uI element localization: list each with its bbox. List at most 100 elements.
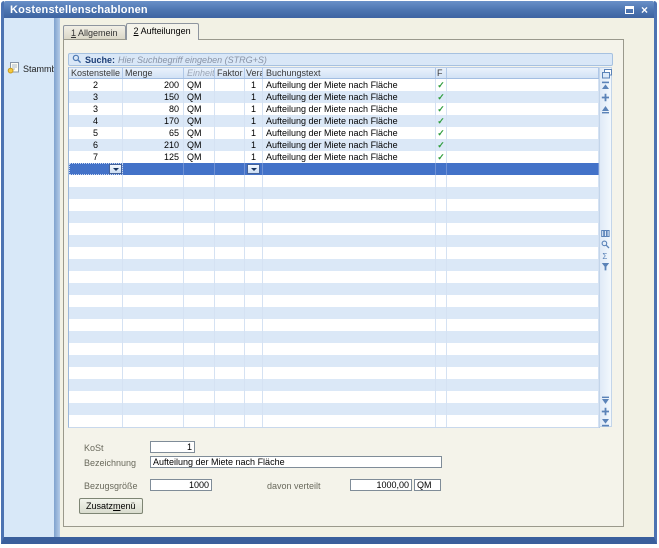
grid-cell[interactable] (447, 199, 599, 211)
grid-cell[interactable] (447, 187, 599, 199)
grid-cell[interactable] (184, 199, 215, 211)
grid-cell[interactable] (215, 127, 245, 139)
sidebar-item-stammblatt[interactable]: Stammblatt (4, 61, 54, 76)
grid-cell[interactable] (245, 223, 263, 235)
grid-cell[interactable] (263, 307, 436, 319)
grid-cell[interactable] (436, 283, 447, 295)
grid-cell[interactable] (69, 175, 123, 187)
tab-allgemein[interactable]: 1 Allgemein (63, 25, 126, 40)
grid-cell[interactable] (245, 415, 263, 427)
grid-selected-row[interactable] (69, 163, 599, 175)
grid-row[interactable]: 380QM1Aufteilung der Miete nach Fläche✓ (69, 103, 599, 115)
grid-cell[interactable] (245, 331, 263, 343)
grid-cell[interactable] (215, 319, 245, 331)
grid-cell[interactable] (123, 175, 184, 187)
grid-cell[interactable] (447, 355, 599, 367)
grid-cell[interactable] (215, 415, 245, 427)
grid-header-cell[interactable]: Vera (245, 68, 263, 78)
grid-cell[interactable] (215, 271, 245, 283)
grid-cell[interactable] (436, 223, 447, 235)
grid-cell[interactable] (123, 223, 184, 235)
grid-search-icon[interactable] (601, 240, 611, 250)
grid-cell[interactable] (123, 283, 184, 295)
grid-cell[interactable] (263, 391, 436, 403)
grid-cell[interactable] (215, 295, 245, 307)
grid-cell[interactable] (184, 403, 215, 415)
grid-cell[interactable] (436, 259, 447, 271)
grid-cell[interactable] (69, 355, 123, 367)
sum-icon[interactable]: Σ (601, 251, 611, 261)
grid-cell[interactable] (184, 295, 215, 307)
grid-cell[interactable] (123, 415, 184, 427)
grid-cell[interactable] (436, 247, 447, 259)
grid-cell[interactable]: Aufteilung der Miete nach Fläche (263, 151, 436, 163)
grid-cell[interactable] (447, 331, 599, 343)
grid-cell[interactable]: QM (184, 115, 215, 127)
grid-cell[interactable] (436, 379, 447, 391)
grid-cell[interactable] (436, 163, 447, 175)
grid-cell[interactable] (447, 247, 599, 259)
grid-cell[interactable] (123, 259, 184, 271)
grid-cell[interactable] (215, 139, 245, 151)
grid-cell[interactable]: 200 (123, 79, 184, 91)
grid-cell[interactable] (123, 379, 184, 391)
grid-header-cell[interactable]: Buchungstext (263, 68, 436, 78)
grid-cell[interactable] (436, 307, 447, 319)
grid-cell[interactable] (69, 211, 123, 223)
grid-cell[interactable]: QM (184, 139, 215, 151)
grid-cell[interactable] (184, 307, 215, 319)
grid-cell[interactable]: 65 (123, 127, 184, 139)
grid-cell[interactable]: ✓ (436, 115, 447, 127)
grid-cell[interactable] (263, 235, 436, 247)
grid-cell[interactable] (245, 367, 263, 379)
grid-cell[interactable] (215, 379, 245, 391)
grid-row[interactable]: 565QM1Aufteilung der Miete nach Fläche✓ (69, 127, 599, 139)
grid-cell[interactable] (263, 355, 436, 367)
grid-cell[interactable] (245, 211, 263, 223)
grid-cell[interactable]: 6 (69, 139, 123, 151)
grid-cell[interactable] (69, 283, 123, 295)
grid-cell[interactable] (447, 259, 599, 271)
grid-cell[interactable] (215, 103, 245, 115)
grid-cell[interactable] (215, 283, 245, 295)
grid-cell[interactable] (436, 187, 447, 199)
grid-cell[interactable] (245, 343, 263, 355)
grid-cell[interactable] (245, 187, 263, 199)
grid-cell[interactable] (263, 199, 436, 211)
grid-cell[interactable] (245, 295, 263, 307)
grid-cell[interactable] (123, 271, 184, 283)
grid-cell[interactable] (69, 235, 123, 247)
grid-cell[interactable] (123, 403, 184, 415)
grid-cell[interactable]: 125 (123, 151, 184, 163)
grid-empty-row[interactable] (69, 403, 599, 415)
grid-cell[interactable]: Aufteilung der Miete nach Fläche (263, 127, 436, 139)
grid-cell[interactable] (184, 211, 215, 223)
grid-cell[interactable] (245, 247, 263, 259)
grid-cell[interactable] (447, 151, 599, 163)
grid-row[interactable]: 6210QM1Aufteilung der Miete nach Fläche✓ (69, 139, 599, 151)
grid-cell[interactable]: Aufteilung der Miete nach Fläche (263, 91, 436, 103)
grid-cell[interactable]: 3 (69, 103, 123, 115)
grid-empty-row[interactable] (69, 343, 599, 355)
grid-cell[interactable] (245, 259, 263, 271)
grid-cell[interactable] (436, 271, 447, 283)
grid-cell[interactable] (447, 391, 599, 403)
grid-cell[interactable]: 1 (245, 103, 263, 115)
grid-cell[interactable] (447, 163, 599, 175)
grid-header-cell[interactable]: Kostenstelle (69, 68, 123, 78)
grid-cell[interactable] (436, 355, 447, 367)
grid-cell[interactable] (436, 319, 447, 331)
grid-cell[interactable] (184, 367, 215, 379)
grid-cell[interactable] (215, 163, 245, 175)
grid-cell[interactable] (245, 355, 263, 367)
grid-empty-row[interactable] (69, 187, 599, 199)
grid-cell[interactable] (436, 295, 447, 307)
grid-cell[interactable] (215, 247, 245, 259)
grid-cell[interactable] (447, 79, 599, 91)
bezugsgroesse-field[interactable] (150, 479, 212, 491)
grid-cell[interactable] (447, 91, 599, 103)
grid-empty-row[interactable] (69, 199, 599, 211)
grid-cell[interactable]: 1 (245, 115, 263, 127)
grid-cell[interactable] (263, 343, 436, 355)
grid-cell[interactable] (245, 283, 263, 295)
